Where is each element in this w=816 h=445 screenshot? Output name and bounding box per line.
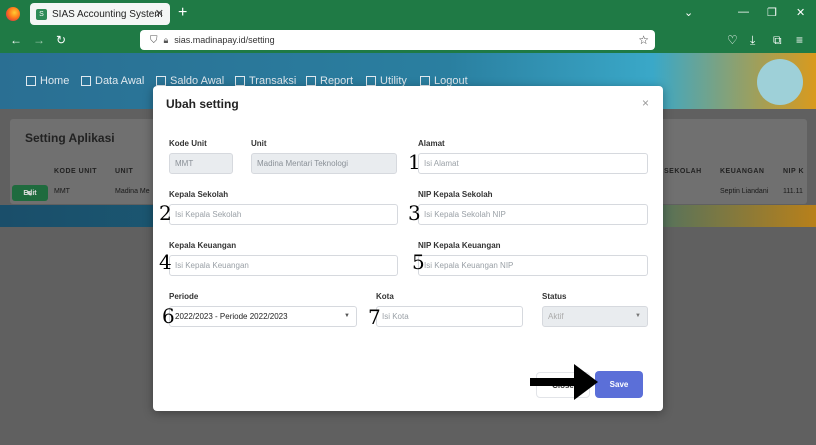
nip-kepala-keuangan-label: NIP Kepala Keuangan xyxy=(418,241,501,250)
status-value: Aktif xyxy=(548,312,564,321)
utility-icon xyxy=(366,76,376,86)
report-icon xyxy=(306,76,316,86)
shield-icon: ⛉ xyxy=(150,34,158,46)
save-button[interactable]: Save xyxy=(595,371,643,398)
pocket-icon[interactable]: ♡ xyxy=(727,33,738,47)
menu-home[interactable]: Home xyxy=(26,75,69,87)
menu-data-awal[interactable]: Data Awal xyxy=(81,75,144,87)
forward-icon[interactable]: → xyxy=(33,33,45,47)
page-title: Setting Aplikasi xyxy=(25,131,115,145)
browser-nav-bar: ← → ↻ ⛉ 🔒︎ sias.madinapay.id/setting ☆ ♡… xyxy=(0,28,816,53)
url-text: sias.madinapay.id/setting xyxy=(174,35,275,45)
edit-button[interactable]: ✎ Edit xyxy=(12,185,48,201)
balance-icon xyxy=(156,76,166,86)
ubah-setting-modal: Ubah setting × Kode Unit MMT Unit Madina… xyxy=(153,86,663,411)
kepala-sekolah-label: Kepala Sekolah xyxy=(169,190,229,199)
kepala-keuangan-input[interactable]: Isi Kepala Keuangan xyxy=(169,255,398,276)
marker-3: 3 xyxy=(408,201,421,225)
periode-select[interactable]: 2022/2023 - Periode 2022/2023 ▼ xyxy=(169,306,357,327)
reload-icon[interactable]: ↻ xyxy=(56,33,66,47)
marker-7: 7 xyxy=(368,305,381,329)
browser-tab-bar: S SIAS Accounting System ✕ + ⌄ — ❐ ✕ xyxy=(0,0,816,28)
transaction-icon xyxy=(235,76,245,86)
address-bar[interactable]: ⛉ 🔒︎ sias.madinapay.id/setting ☆ xyxy=(140,30,655,50)
status-label: Status xyxy=(542,292,567,301)
browser-tab[interactable]: S SIAS Accounting System ✕ xyxy=(30,3,170,25)
download-icon[interactable]: ⤓ xyxy=(750,33,755,48)
modal-title: Ubah setting xyxy=(166,97,239,111)
marker-2: 2 xyxy=(159,201,172,225)
modal-close-icon[interactable]: × xyxy=(642,96,649,110)
extensions-icon[interactable]: ⧉ xyxy=(773,33,782,48)
pointer-arrow-icon xyxy=(530,364,598,400)
marker-4: 4 xyxy=(159,250,172,274)
monitor-icon xyxy=(81,76,91,86)
marker-1: 1 xyxy=(408,150,421,174)
kode-unit-label: Kode Unit xyxy=(169,139,207,148)
tab-list-chevron-icon[interactable]: ⌄ xyxy=(684,6,693,19)
unit-label: Unit xyxy=(251,139,267,148)
home-icon xyxy=(26,76,36,86)
kota-label: Kota xyxy=(376,292,394,301)
tab-close-icon[interactable]: ✕ xyxy=(155,7,164,20)
app-logo xyxy=(757,59,803,105)
logout-icon xyxy=(420,76,430,86)
status-select[interactable]: Aktif ▼ xyxy=(542,306,648,327)
caret-down-icon: ▼ xyxy=(635,313,641,319)
close-window-icon[interactable]: ✕ xyxy=(796,6,805,19)
firefox-logo-icon xyxy=(6,7,20,21)
marker-5: 5 xyxy=(412,250,425,274)
new-tab-icon[interactable]: + xyxy=(178,4,187,22)
kode-unit-field[interactable]: MMT xyxy=(169,153,233,174)
site-favicon-icon: S xyxy=(36,8,47,20)
periode-label: Periode xyxy=(169,292,199,301)
unit-field[interactable]: Madina Mentari Teknologi xyxy=(251,153,397,174)
bookmark-star-icon[interactable]: ☆ xyxy=(638,33,649,47)
minimize-icon[interactable]: — xyxy=(738,6,749,18)
alamat-label: Alamat xyxy=(418,139,445,148)
alamat-input[interactable]: Isi Alamat xyxy=(418,153,648,174)
tab-title: SIAS Accounting System xyxy=(52,8,163,20)
nip-kepala-sekolah-label: NIP Kepala Sekolah xyxy=(418,190,493,199)
kota-input[interactable]: Isi Kota xyxy=(376,306,523,327)
nip-kepala-sekolah-input[interactable]: Isi Kepala Sekolah NIP xyxy=(418,204,648,225)
kepala-keuangan-label: Kepala Keuangan xyxy=(169,241,237,250)
periode-value: 2022/2023 - Periode 2022/2023 xyxy=(175,312,288,321)
marker-6: 6 xyxy=(162,304,175,328)
caret-down-icon: ▼ xyxy=(344,313,350,319)
nip-kepala-keuangan-input[interactable]: Isi Kepala Keuangan NIP xyxy=(418,255,648,276)
back-icon[interactable]: ← xyxy=(10,33,22,47)
restore-icon[interactable]: ❐ xyxy=(767,6,777,19)
lock-icon: 🔒︎ xyxy=(163,34,169,45)
kepala-sekolah-input[interactable]: Isi Kepala Sekolah xyxy=(169,204,398,225)
hamburger-menu-icon[interactable]: ≡ xyxy=(796,33,803,47)
